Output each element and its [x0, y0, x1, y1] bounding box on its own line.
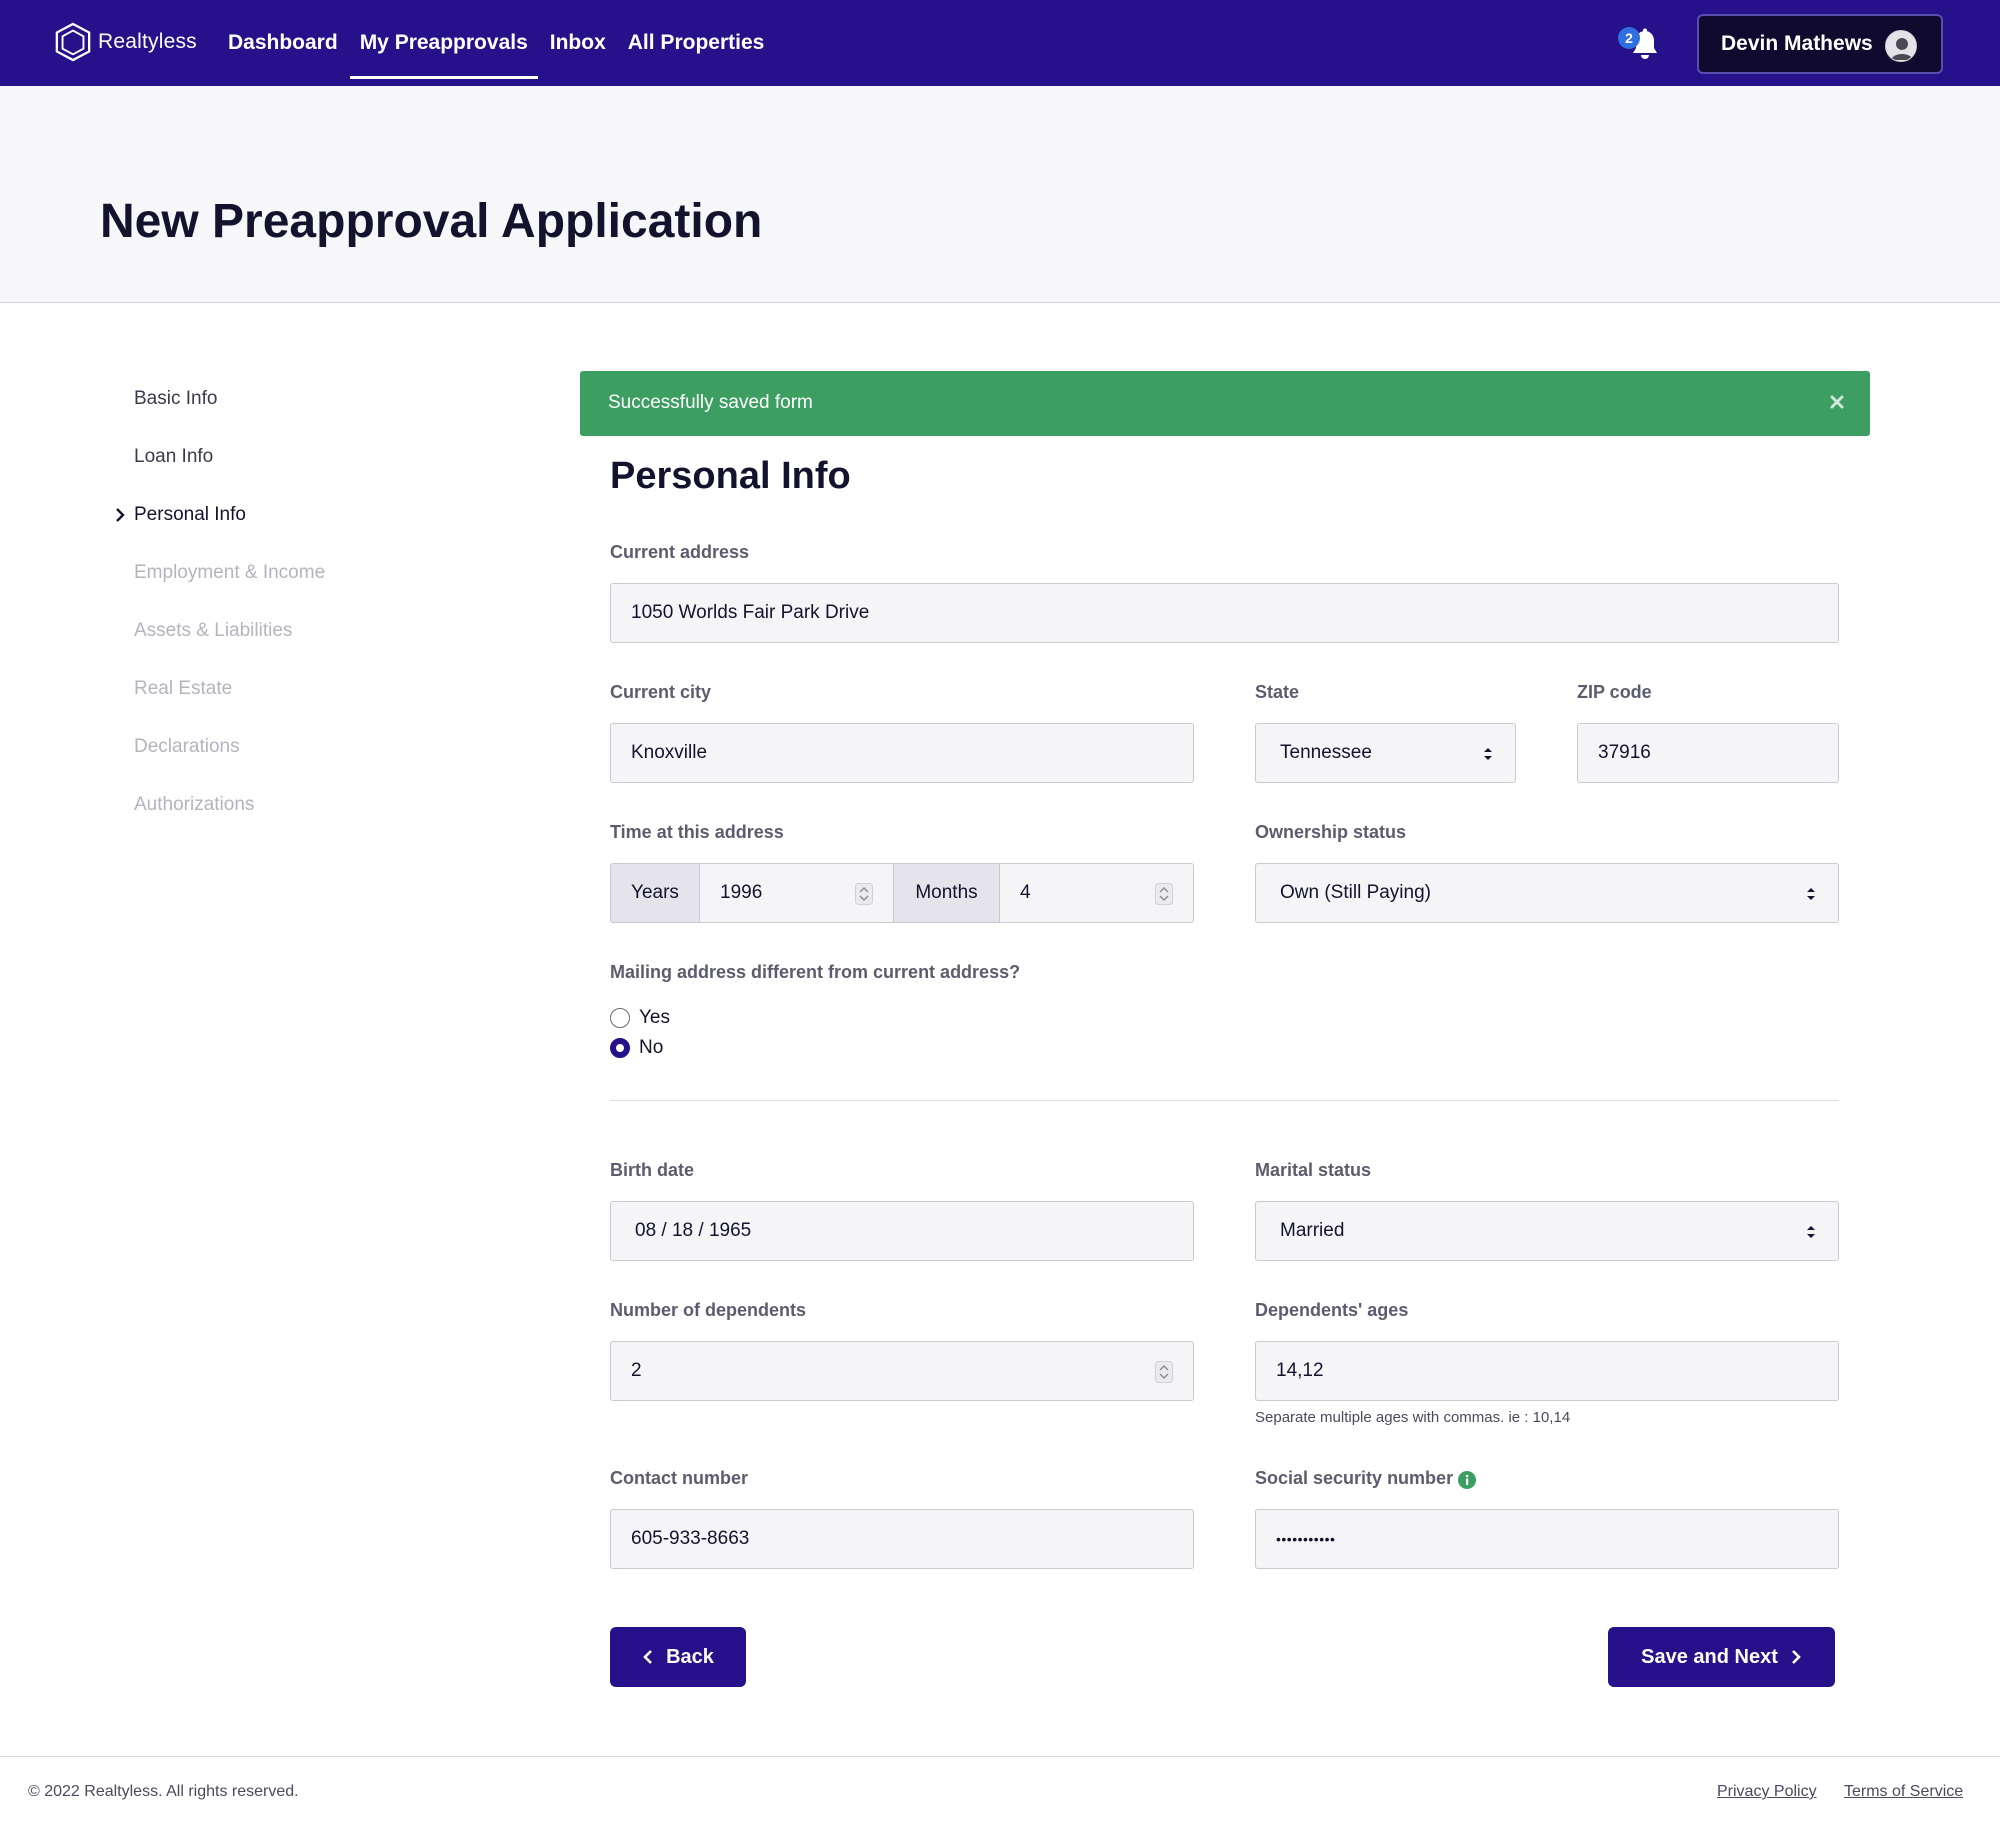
radio-yes[interactable] [610, 1008, 630, 1028]
current-address-input[interactable]: 1050 Worlds Fair Park Drive [610, 583, 1839, 643]
years-value: 1996 [720, 882, 763, 903]
select-arrows-icon [1484, 748, 1492, 760]
step-loan-info[interactable]: Loan Info [134, 446, 213, 468]
chevron-right-icon [1791, 1650, 1801, 1664]
months-input[interactable]: 4 [999, 863, 1194, 923]
hexagon-logo-icon [55, 22, 91, 62]
step-employment-income: Employment & Income [134, 562, 326, 583]
step-basic-info[interactable]: Basic Info [134, 388, 217, 410]
section-title: Personal Info [610, 455, 851, 497]
chevron-right-icon [116, 508, 125, 522]
dependents-label: Number of dependents [610, 1300, 807, 1320]
dependents-ages-label: Dependents' ages [1255, 1300, 1409, 1320]
info-icon[interactable] [1458, 1471, 1476, 1489]
terms-of-service-link[interactable]: Terms of Service [1844, 1783, 1963, 1801]
current-city-input[interactable]: Knoxville [610, 723, 1194, 783]
select-arrows-icon [1807, 888, 1815, 900]
current-address-value: 1050 Worlds Fair Park Drive [631, 602, 870, 623]
birth-date-input[interactable]: 08 / 18 / 1965 [610, 1201, 1194, 1261]
avatar [1885, 30, 1917, 62]
time-at-address-label: Time at this address [610, 822, 784, 842]
mailing-yes-option[interactable]: Yes [610, 1007, 670, 1029]
dependents-input[interactable]: 2 [610, 1341, 1194, 1401]
step-assets-liabilities: Assets & Liabilities [134, 620, 293, 641]
step-declarations: Declarations [134, 736, 240, 757]
current-city-value: Knoxville [631, 742, 708, 763]
user-avatar-icon [1886, 31, 1916, 61]
radio-yes-label: Yes [639, 1007, 670, 1028]
contact-number-input[interactable]: 605-933-8663 [610, 1509, 1194, 1569]
nav-dashboard[interactable]: Dashboard [218, 0, 348, 86]
main-menu: Dashboard My Preapprovals Inbox All Prop… [218, 0, 776, 86]
user-menu-button[interactable]: Devin Mathews [1697, 14, 1943, 74]
nav-all-properties[interactable]: All Properties [618, 0, 775, 86]
current-address-label: Current address [610, 542, 750, 562]
current-city-label: Current city [610, 682, 712, 702]
nav-inbox[interactable]: Inbox [540, 0, 616, 86]
radio-no-label: No [639, 1037, 664, 1058]
radio-no[interactable] [610, 1038, 630, 1058]
back-label: Back [666, 1645, 714, 1668]
stepper-icon[interactable] [1155, 1361, 1173, 1383]
state-select[interactable]: Tennessee [1255, 723, 1516, 783]
mailing-address-label: Mailing address different from current a… [610, 962, 1021, 982]
brand-name: Realtyless [98, 30, 197, 53]
step-authorizations: Authorizations [134, 794, 255, 815]
years-input[interactable]: 1996 [699, 863, 894, 923]
state-label: State [1255, 682, 1300, 702]
ssn-value: ••••••••••• [1276, 1531, 1336, 1547]
nav-my-preapprovals[interactable]: My Preapprovals [349, 0, 538, 86]
stepper-icon[interactable] [855, 883, 873, 905]
zip-label: ZIP code [1577, 682, 1652, 702]
ssn-input[interactable]: ••••••••••• [1255, 1509, 1839, 1569]
notifications-button[interactable]: 2 [1618, 24, 1658, 64]
save-and-next-button[interactable]: Save and Next [1608, 1627, 1835, 1687]
ownership-status-select[interactable]: Own (Still Paying) [1255, 863, 1839, 923]
mailing-no-option[interactable]: No [610, 1037, 663, 1059]
brand[interactable]: Realtyless [54, 20, 197, 64]
user-name: Devin Mathews [1721, 32, 1873, 55]
zip-input[interactable]: 37916 [1577, 723, 1839, 783]
marital-status-label: Marital status [1255, 1160, 1372, 1180]
alert-message: Successfully saved form [608, 392, 813, 413]
page-title: New Preapproval Application [100, 195, 763, 248]
dependents-ages-value: 14,12 [1276, 1360, 1324, 1381]
copyright: © 2022 Realtyless. All rights reserved. [28, 1783, 299, 1800]
step-label: Personal Info [134, 504, 246, 525]
back-button[interactable]: Back [610, 1627, 746, 1687]
zip-value: 37916 [1598, 742, 1651, 763]
close-icon[interactable] [1828, 393, 1846, 411]
ownership-status-value: Own (Still Paying) [1280, 882, 1431, 903]
dependents-ages-help: Separate multiple ages with commas. ie :… [1255, 1409, 1571, 1426]
page-header: New Preapproval Application [0, 86, 2000, 303]
save-and-next-label: Save and Next [1641, 1645, 1778, 1668]
success-alert: Successfully saved form [580, 371, 1870, 436]
birth-date-value: 08 / 18 / 1965 [635, 1220, 752, 1241]
ownership-status-label: Ownership status [1255, 822, 1407, 842]
contact-number-label: Contact number [610, 1468, 749, 1488]
stepper-icon[interactable] [1155, 883, 1173, 905]
privacy-policy-link[interactable]: Privacy Policy [1717, 1783, 1817, 1801]
section-divider [610, 1100, 1839, 1101]
footer: © 2022 Realtyless. All rights reserved. … [0, 1756, 2000, 1830]
years-addon: Years [610, 863, 700, 923]
months-value: 4 [1020, 882, 1031, 903]
birth-date-label: Birth date [610, 1160, 695, 1180]
state-value: Tennessee [1280, 742, 1372, 763]
step-real-estate: Real Estate [134, 678, 233, 699]
dependents-ages-input[interactable]: 14,12 [1255, 1341, 1839, 1401]
select-arrows-icon [1807, 1226, 1815, 1238]
marital-status-select[interactable]: Married [1255, 1201, 1839, 1261]
months-addon: Months [893, 863, 1000, 923]
contact-number-value: 605-933-8663 [631, 1528, 750, 1549]
marital-status-value: Married [1280, 1220, 1345, 1241]
step-personal-info[interactable]: Personal Info [116, 504, 246, 526]
notification-count-badge: 2 [1618, 27, 1640, 49]
dependents-value: 2 [631, 1360, 642, 1381]
top-navigation: Realtyless Dashboard My Preapprovals Inb… [0, 0, 2000, 86]
ssn-label: Social security number [1255, 1468, 1454, 1488]
chevron-left-icon [643, 1650, 653, 1664]
